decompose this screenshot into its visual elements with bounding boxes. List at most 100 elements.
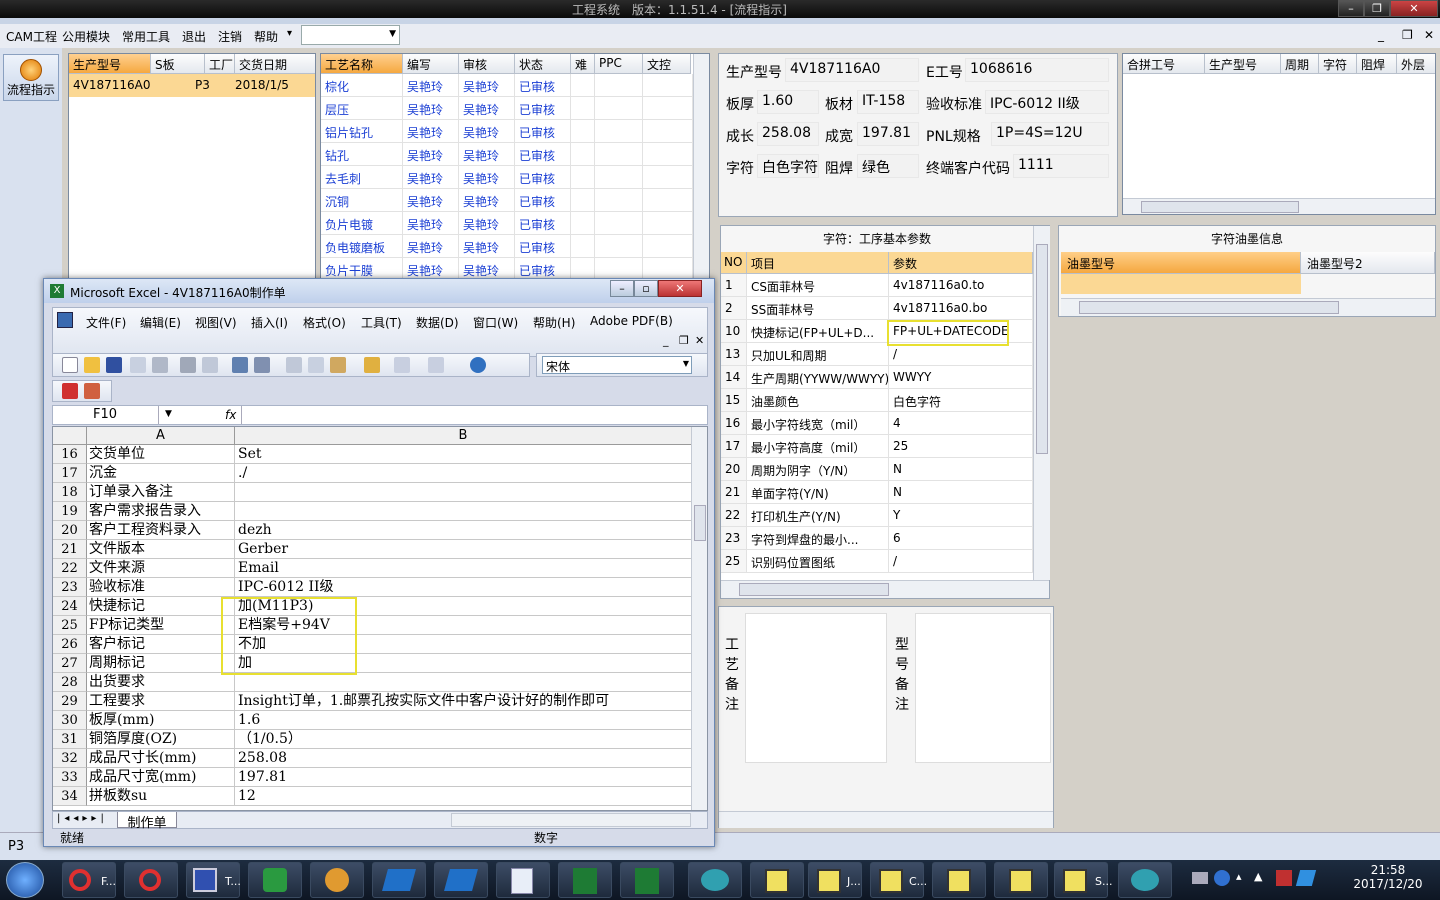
menu-logout[interactable]: 注销	[218, 28, 242, 45]
cell-a[interactable]: 文件来源	[87, 559, 235, 578]
sheet-vscrollbar[interactable]	[691, 427, 707, 810]
cell-a[interactable]: 文件版本	[87, 540, 235, 559]
cell-a[interactable]: 沉金	[87, 464, 235, 483]
params-hscrollbar[interactable]	[721, 580, 1049, 598]
table-row[interactable]: 棕化	[321, 74, 403, 97]
keyboard-icon[interactable]	[1192, 872, 1208, 884]
ink-header-model2[interactable]: 油墨型号2	[1301, 252, 1435, 274]
param-no[interactable]: 22	[721, 504, 747, 527]
format-painter-icon[interactable]	[364, 357, 380, 373]
model-notes-field[interactable]	[915, 613, 1051, 763]
taskbar-app-2[interactable]	[124, 862, 178, 898]
merge-header-cycle[interactable]: 周期	[1281, 54, 1319, 74]
table-row[interactable]: 铝片钻孔	[321, 120, 403, 143]
print-icon[interactable]	[180, 357, 196, 373]
orders-header-s[interactable]: S板	[151, 54, 205, 74]
row-header[interactable]: 26	[53, 635, 87, 654]
process-header-status[interactable]: 状态	[515, 54, 571, 74]
sheet-tab[interactable]: 制作单	[117, 812, 177, 831]
process-header-ppc[interactable]: PPC	[595, 54, 643, 74]
worksheet[interactable]: A B 16 交货单位 Set 17 沉金 ./18 订单录入备注 19 客户需求报告录入 20 客…	[52, 426, 708, 811]
column-header-a[interactable]: A	[87, 427, 235, 445]
param-no[interactable]: 14	[721, 366, 747, 389]
excel-menu-insert[interactable]: 插入(I)	[251, 314, 288, 331]
cell-a[interactable]: 快捷标记	[87, 597, 235, 616]
row-header[interactable]: 27	[53, 654, 87, 673]
param-no[interactable]: 10	[721, 320, 747, 343]
cell-a[interactable]: FP标记类型	[87, 616, 235, 635]
taskbar-app-11[interactable]	[688, 862, 742, 898]
cell-b[interactable]: Email	[235, 559, 691, 578]
cell-a[interactable]: 交货单位	[87, 445, 235, 464]
row-header[interactable]: 21	[53, 540, 87, 559]
param-item[interactable]: 字符到焊盘的最小...	[747, 527, 889, 550]
cell-b[interactable]: IPC-6012 II级	[235, 578, 691, 597]
taskbar-app-13[interactable]: J...	[808, 862, 862, 898]
process-header-difficulty[interactable]: 难	[571, 54, 595, 74]
name-box[interactable]: F10	[53, 406, 159, 424]
minimize-button[interactable]: –	[1338, 0, 1364, 17]
notes-hscrollbar[interactable]	[719, 811, 1053, 828]
taskbar-app-17[interactable]: S...	[1054, 862, 1112, 898]
process-header-author[interactable]: 编写	[403, 54, 459, 74]
merge-header-char[interactable]: 字符	[1319, 54, 1357, 74]
excel-minimize-button[interactable]: –	[610, 280, 634, 297]
menu-common-tools[interactable]: 常用工具	[122, 28, 170, 45]
params-header-value[interactable]: 参数	[889, 252, 1033, 274]
taskbar-app-14[interactable]: C...	[870, 862, 927, 898]
sheet-hscrollbar[interactable]	[451, 813, 691, 827]
table-row[interactable]: 去毛刺	[321, 166, 403, 189]
cell-a[interactable]: 工程要求	[87, 692, 235, 711]
table-row[interactable]: 层压	[321, 97, 403, 120]
column-header-b[interactable]: B	[235, 427, 691, 445]
mdi-close-button[interactable]: ✕	[1424, 28, 1434, 42]
row-header[interactable]: 34	[53, 787, 87, 806]
param-value[interactable]: 4v187116a0.to	[889, 274, 1033, 297]
row-header[interactable]: 20	[53, 521, 87, 540]
process-header-doc[interactable]: 文控	[643, 54, 691, 74]
process-header-reviewer[interactable]: 审核	[459, 54, 515, 74]
param-no[interactable]: 23	[721, 527, 747, 550]
menu-exit[interactable]: 退出	[182, 28, 206, 45]
menu-help[interactable]: 帮助	[254, 28, 278, 45]
taskbar-app-4[interactable]	[248, 862, 302, 898]
cell-b[interactable]: 258.08	[235, 749, 691, 768]
cell-b[interactable]: （1/0.5）	[235, 730, 691, 749]
cell-a[interactable]: 成品尺寸宽(mm)	[87, 768, 235, 787]
params-hscroll-thumb[interactable]	[739, 583, 889, 596]
new-icon[interactable]	[62, 357, 78, 373]
ink-hscroll-thumb[interactable]	[1079, 301, 1339, 314]
param-value[interactable]: 4	[889, 412, 1033, 435]
param-no[interactable]: 25	[721, 550, 747, 573]
help-icon[interactable]	[1214, 870, 1230, 886]
row-header[interactable]: 33	[53, 768, 87, 787]
param-no[interactable]: 15	[721, 389, 747, 412]
cell-a[interactable]: 订单录入备注	[87, 483, 235, 502]
row-header[interactable]: 32	[53, 749, 87, 768]
param-item[interactable]: 快捷标记(FP+UL+D...	[747, 320, 889, 343]
excel-doc-close[interactable]: ✕	[695, 334, 704, 347]
excel-menu-tools[interactable]: 工具(T)	[361, 314, 402, 331]
start-button[interactable]	[6, 862, 44, 898]
param-item[interactable]: 只加UL和周期	[747, 343, 889, 366]
taskbar-app-10[interactable]	[620, 862, 674, 898]
process-header-name[interactable]: 工艺名称	[321, 54, 403, 74]
taskbar-app-12[interactable]	[750, 862, 804, 898]
cell-a[interactable]: 客户需求报告录入	[87, 502, 235, 521]
excel-menu-data[interactable]: 数据(D)	[416, 314, 459, 331]
cell-b[interactable]: 12	[235, 787, 691, 806]
param-value[interactable]: 6	[889, 527, 1033, 550]
taskbar-app-3[interactable]: T...	[186, 862, 241, 898]
param-item[interactable]: SS面菲林号	[747, 297, 889, 320]
param-no[interactable]: 16	[721, 412, 747, 435]
fx-icon[interactable]: fx	[225, 408, 236, 422]
taskbar-app-5[interactable]	[310, 862, 364, 898]
chevron-down-icon[interactable]: ▼	[165, 409, 172, 419]
excel-menu-edit[interactable]: 编辑(E)	[140, 314, 181, 331]
ink-header-model[interactable]: 油墨型号	[1061, 252, 1301, 274]
maximize-button[interactable]: ❐	[1364, 0, 1390, 17]
permission-icon[interactable]	[130, 357, 146, 373]
cell-a[interactable]: 周期标记	[87, 654, 235, 673]
cell-b[interactable]	[235, 673, 691, 692]
process-notes-field[interactable]	[745, 613, 887, 763]
